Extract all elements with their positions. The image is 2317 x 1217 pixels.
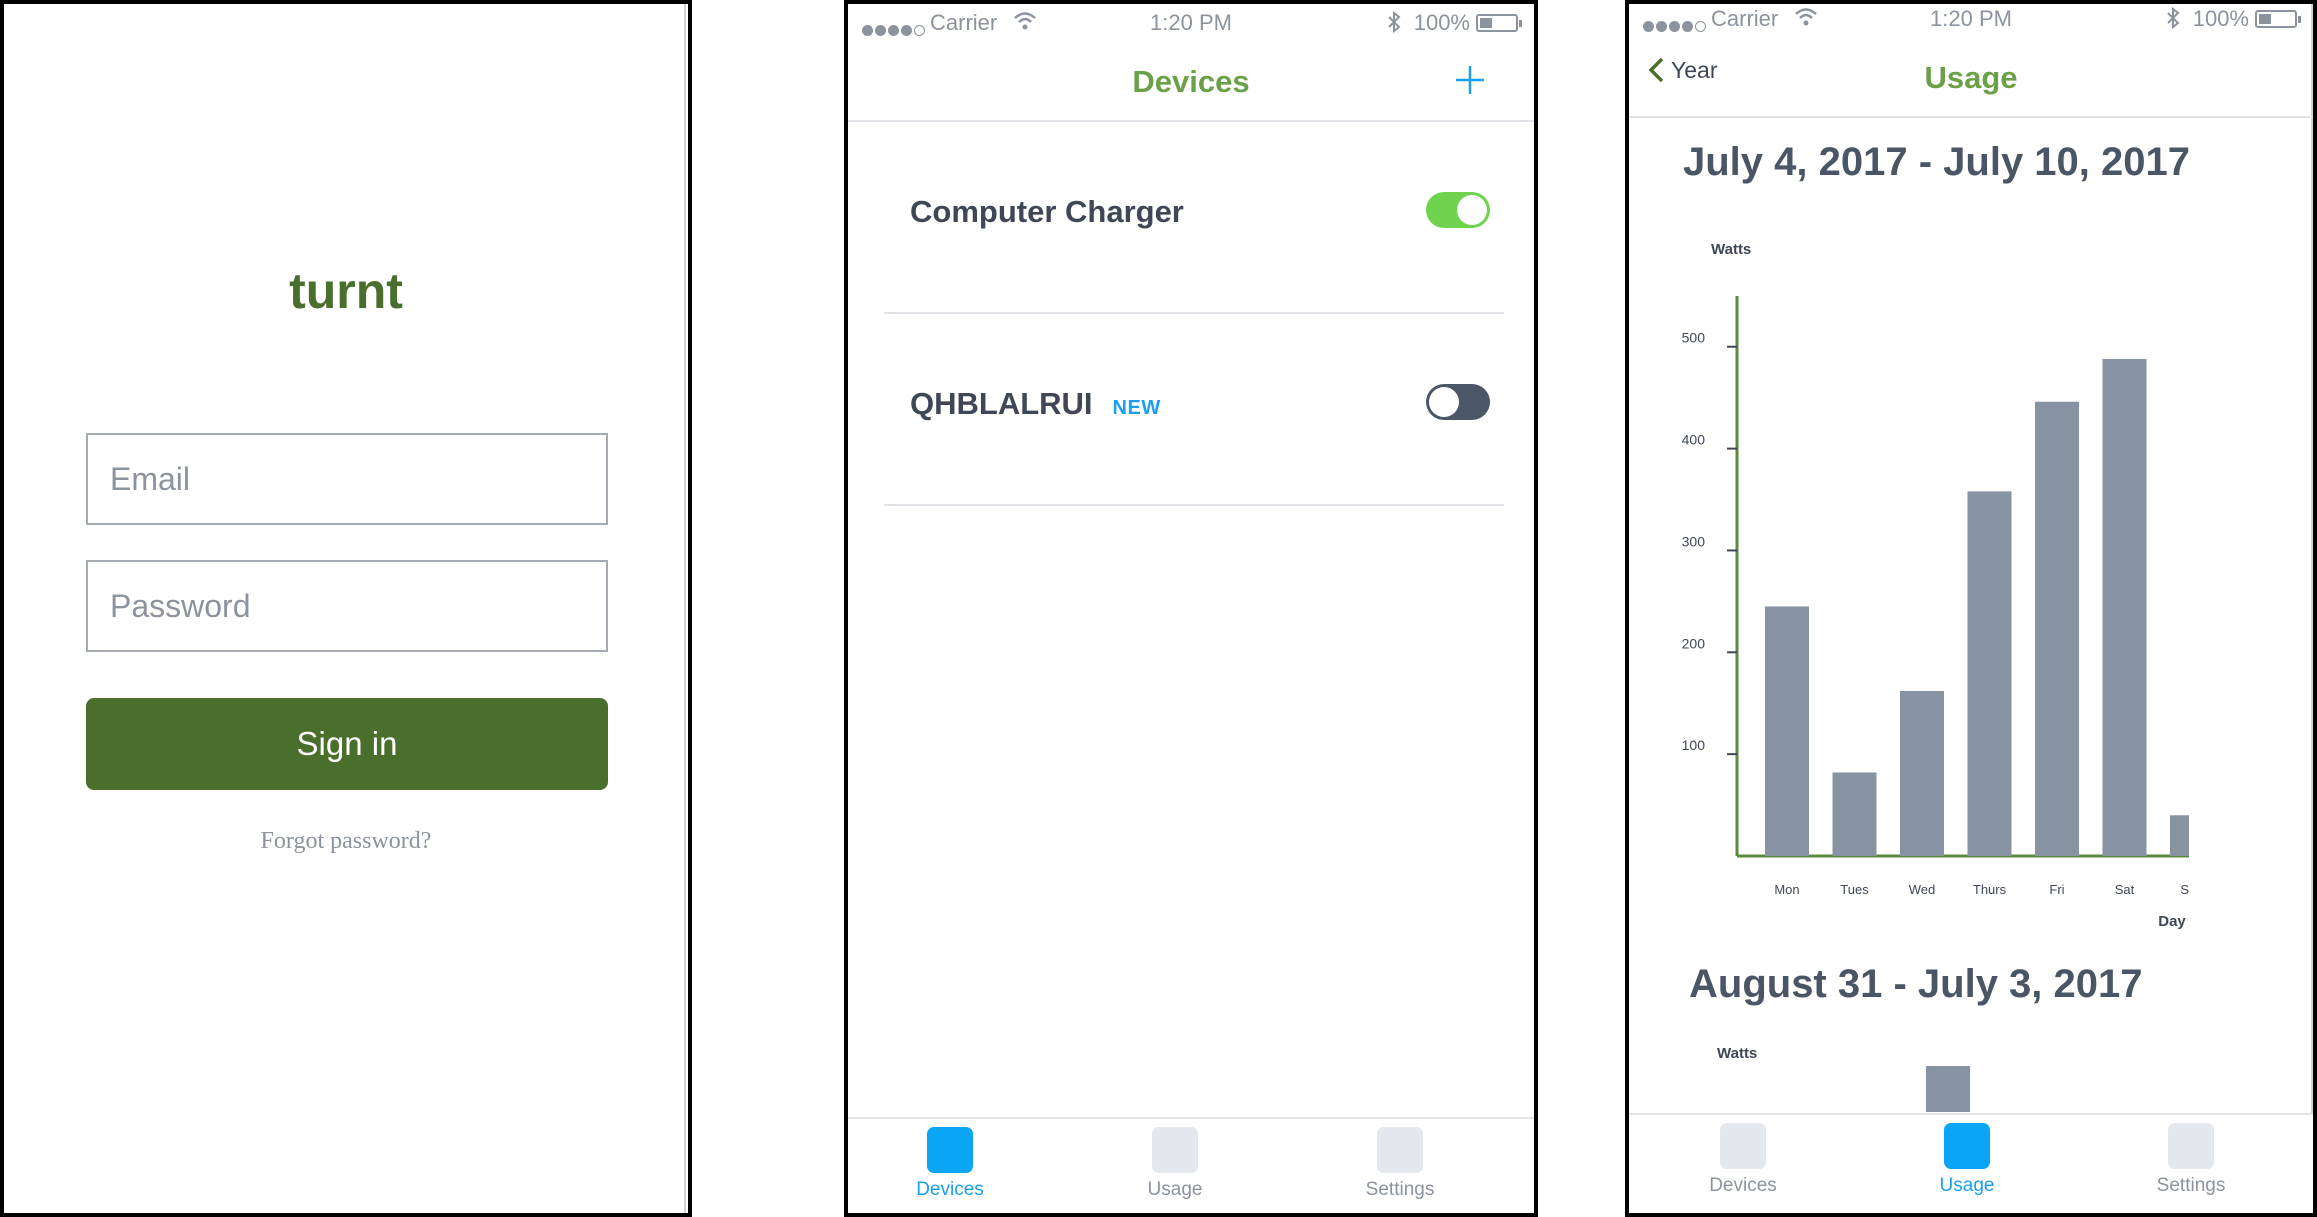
usage-chart: Watts 100 200 300 400 500 Mon Tues Wed Thurs Fri Sa…: [1682, 241, 2189, 930]
x-tick-label: Mon: [1774, 882, 1799, 897]
device-power-toggle[interactable]: [1426, 384, 1490, 420]
login-screen: turnt Sign in Forgot password?: [0, 0, 692, 1217]
page-title: Usage: [1924, 60, 2018, 95]
usage-chart-partial: Watts: [1717, 1045, 1970, 1112]
app-logo: turnt: [289, 263, 403, 319]
bar-tues: [1832, 772, 1877, 856]
device-power-toggle[interactable]: [1426, 192, 1490, 228]
x-tick-label: Sat: [2115, 882, 2135, 897]
page-title: Devices: [1132, 64, 1250, 99]
bluetooth-icon: [2167, 6, 2180, 30]
password-field[interactable]: [86, 560, 608, 652]
tab-devices[interactable]: Devices: [880, 1127, 1020, 1201]
x-tick-label: Sun: [2180, 882, 2189, 897]
x-axis-label: Day: [2158, 913, 2186, 930]
status-bar: Carrier 1:20 PM 100%: [848, 10, 1534, 38]
bar-sat: [2102, 358, 2147, 856]
devices-tab-icon: [927, 1127, 973, 1173]
device-row[interactable]: Computer Charger: [884, 124, 1504, 314]
settings-tab-icon: [2168, 1123, 2214, 1169]
y-tick-label: 400: [1682, 432, 1706, 448]
add-device-button[interactable]: [1454, 64, 1486, 96]
tab-usage[interactable]: Usage: [1897, 1123, 2037, 1197]
y-tick-label: 100: [1682, 737, 1706, 753]
screen-edge: [2311, 4, 2313, 1213]
bar-fri: [2035, 401, 2079, 856]
status-bar: Carrier 1:20 PM 100%: [1629, 6, 2313, 34]
battery-percent: 100%: [2192, 6, 2249, 31]
tab-settings[interactable]: Settings: [2121, 1123, 2261, 1197]
y-axis-label: Watts: [1711, 241, 1751, 258]
sign-in-button[interactable]: Sign in: [86, 698, 608, 790]
devices-tab-icon: [1720, 1123, 1766, 1169]
x-tick-label: Fri: [2049, 882, 2064, 897]
tab-bar: Devices Usage Settings: [1629, 1113, 2313, 1213]
battery-icon: [1476, 14, 1522, 32]
usage-tab-icon: [1152, 1127, 1198, 1173]
bar-sun: [2170, 815, 2189, 856]
forgot-password-link[interactable]: Forgot password?: [4, 828, 688, 855]
battery-icon: [2255, 10, 2301, 28]
y-tick-label: 200: [1682, 635, 1706, 651]
screen-edge: [684, 4, 686, 1213]
battery-percent: 100%: [1413, 10, 1470, 35]
usage-tab-icon: [1944, 1123, 1990, 1169]
email-field[interactable]: [86, 433, 608, 525]
y-tick-label: 500: [1682, 330, 1706, 346]
device-name: Computer Charger: [910, 194, 1184, 229]
bluetooth-icon: [1388, 10, 1401, 34]
tab-settings[interactable]: Settings: [1330, 1127, 1470, 1201]
bar-partial: [1926, 1066, 1970, 1112]
tab-devices[interactable]: Devices: [1673, 1123, 1813, 1197]
bar-mon: [1765, 606, 1809, 856]
x-tick-label: Wed: [1909, 882, 1936, 897]
y-tick-label: 300: [1682, 533, 1706, 549]
bar-wed: [1900, 691, 1944, 856]
tab-bar: Devices Usage Settings: [848, 1117, 1534, 1213]
device-row[interactable]: QHBLALRUI NEW: [884, 316, 1504, 506]
date-range-title: July 4, 2017 - July 10, 2017: [1683, 140, 2191, 184]
settings-tab-icon: [1377, 1127, 1423, 1173]
device-name: QHBLALRUI NEW: [910, 386, 1161, 421]
usage-screen: Carrier 1:20 PM 100% Year Usage July 4, …: [1625, 0, 2317, 1217]
x-tick-label: Thurs: [1973, 882, 2007, 897]
date-range-title: August 31 - July 3, 2017: [1689, 962, 2143, 1006]
new-badge: NEW: [1112, 397, 1161, 419]
x-tick-label: Tues: [1840, 882, 1869, 897]
nav-bar: Year Usage: [1629, 40, 2313, 118]
nav-bar: Devices: [848, 44, 1534, 122]
devices-screen: Carrier 1:20 PM 100% Devices Computer Ch…: [844, 0, 1538, 1217]
bar-thurs: [1967, 491, 2012, 856]
tab-usage[interactable]: Usage: [1105, 1127, 1245, 1201]
y-axis-label: Watts: [1717, 1045, 1757, 1062]
